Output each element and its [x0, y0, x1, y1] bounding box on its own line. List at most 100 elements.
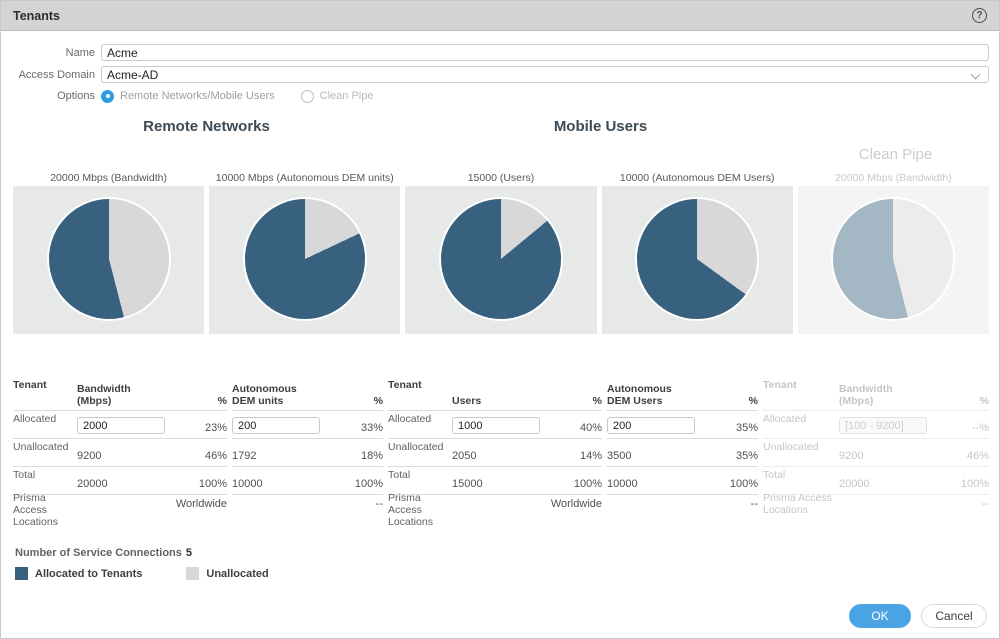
dem-units-table: Autonomous DEM units % 33% 1792 18% 1000… [232, 379, 383, 541]
legend-item-unallocated: Unallocated [186, 567, 269, 580]
service-connections-row: Number of Service Connections 5 [15, 547, 999, 561]
radio-label: Remote Networks/Mobile Users [120, 90, 275, 102]
cancel-button[interactable]: Cancel [921, 604, 987, 628]
locations-value: -- [750, 498, 758, 510]
chart-panel-clean-pipe [797, 186, 989, 334]
options-label: Options [57, 90, 95, 102]
total-value: 15000 [452, 478, 483, 490]
dem-users-table: Autonomous DEM Users % 35% 3500 35% 1000… [607, 379, 758, 541]
unallocated-label: Unallocated [763, 440, 819, 453]
unallocated-label: Unallocated [388, 440, 444, 453]
tenant-form: Name Access Domain Acme-AD Options Remot… [1, 31, 999, 104]
allocated-dem-units-input[interactable] [232, 417, 320, 434]
radio-unselected-icon [300, 89, 314, 103]
radio-remote-networks-mobile-users[interactable]: Remote Networks/Mobile Users [101, 89, 275, 103]
radio-label: Clean Pipe [319, 90, 374, 102]
users-pie-chart [440, 199, 561, 319]
tenant-header: Tenant [763, 379, 797, 391]
total-pct: 100% [960, 478, 989, 490]
total-pct: 100% [354, 478, 383, 490]
allocated-users-input[interactable] [452, 417, 540, 434]
unallocated-pct: 18% [360, 450, 383, 462]
unallocated-value: 9200 [839, 450, 864, 462]
bandwidth-header: Bandwidth (Mbps) [77, 383, 131, 407]
allocated-pct: 40% [579, 422, 602, 434]
allocated-label: Allocated [763, 412, 807, 425]
total-label: Total [388, 468, 411, 481]
bandwidth-table: Tenant Bandwidth (Mbps) % Allocated 23% … [13, 379, 227, 541]
allocated-bandwidth-input[interactable] [77, 417, 165, 434]
clean-pipe-pie-chart [833, 199, 954, 319]
bandwidth-header: Bandwidth (Mbps) [839, 383, 893, 407]
allocated-label: Allocated [13, 412, 57, 425]
pie-legend: Allocated to Tenants Unallocated [15, 567, 999, 580]
chart-label-dem-units: 10000 Mbps (Autonomous DEM units) [215, 172, 394, 184]
chart-panel-dem-units [209, 186, 401, 334]
chart-label-clean-pipe-bandwidth: 20000 Mbps (Bandwidth) [835, 172, 952, 184]
mobile-users-header: Mobile Users [553, 118, 648, 135]
access-domain-value: Acme-AD [107, 67, 159, 82]
unallocated-pct: 46% [204, 450, 227, 462]
locations-value: -- [981, 498, 989, 510]
total-value: 20000 [77, 478, 108, 490]
legend-item-allocated: Allocated to Tenants [15, 567, 142, 580]
prisma-access-locations-label: Prisma Access Locations [13, 492, 58, 529]
allocated-clean-pipe-input [839, 417, 927, 434]
legend-label: Unallocated [206, 567, 269, 580]
allocated-label: Allocated [388, 412, 432, 425]
percent-header: % [217, 395, 227, 407]
name-input[interactable] [101, 44, 989, 61]
section-headers: Remote Networks Mobile Users Clean Pipe [1, 104, 999, 172]
percent-header: % [373, 395, 383, 407]
total-value: 20000 [839, 478, 870, 490]
unallocated-pct: 35% [735, 450, 758, 462]
allocated-pct: 35% [735, 422, 758, 434]
tenant-header: Tenant [388, 379, 422, 391]
service-connections-count: 5 [185, 547, 192, 559]
ok-button[interactable]: OK [849, 604, 911, 628]
locations-value: -- [375, 498, 383, 510]
chevron-down-icon [970, 69, 981, 80]
total-label: Total [13, 468, 36, 481]
dialog-footer: OK Cancel [849, 604, 987, 628]
allocated-dem-users-input[interactable] [607, 417, 695, 434]
access-domain-label: Access Domain [18, 68, 95, 81]
dem-users-header: Autonomous DEM Users [607, 383, 672, 407]
users-header: Users [452, 395, 482, 407]
total-pct: 100% [198, 478, 227, 490]
allocated-swatch-icon [15, 567, 28, 580]
percent-header: % [592, 395, 602, 407]
access-domain-select[interactable]: Acme-AD [101, 66, 989, 83]
locations-value: Worldwide [550, 498, 602, 510]
users-table: Tenant Users % Allocated 40% Unallocated… [388, 379, 602, 541]
allocated-pct: 33% [360, 422, 383, 434]
allocated-pct: 23% [204, 422, 227, 434]
chart-panel-bandwidth [13, 186, 205, 334]
chart-panel-dem-users [601, 186, 793, 334]
prisma-access-locations-label: Prisma Access Locations [763, 492, 832, 517]
unallocated-value: 1792 [232, 450, 257, 462]
locations-value: Worldwide [175, 498, 227, 510]
radio-selected-icon [101, 89, 114, 103]
chart-labels-row: 20000 Mbps (Bandwidth) 10000 Mbps (Auton… [13, 172, 989, 186]
clean-pipe-bandwidth-table: Tenant Bandwidth (Mbps) % Allocated --% … [763, 379, 989, 541]
page-title: Tenants [13, 8, 60, 23]
unallocated-label: Unallocated [13, 440, 69, 453]
unallocated-pct: 46% [966, 450, 989, 462]
dialog-titlebar: Tenants ? [1, 1, 999, 31]
help-icon[interactable]: ? [972, 8, 987, 23]
service-connections-label: Number of Service Connections [15, 547, 182, 559]
dem-units-pie-chart [244, 199, 365, 319]
legend-label: Allocated to Tenants [35, 567, 143, 580]
chart-label-dem-users: 10000 (Autonomous DEM Users) [619, 172, 775, 184]
percent-header: % [979, 395, 989, 407]
tenant-header: Tenant [13, 379, 47, 391]
total-pct: 100% [729, 478, 758, 490]
total-pct: 100% [573, 478, 602, 490]
unallocated-pct: 14% [579, 450, 602, 462]
name-label: Name [65, 46, 95, 59]
radio-clean-pipe[interactable]: Clean Pipe [300, 89, 374, 103]
remote-networks-header: Remote Networks [143, 118, 270, 135]
tenants-dialog: Tenants ? Name Access Domain Acme-AD Opt… [0, 0, 1000, 639]
unallocated-value: 9200 [77, 450, 102, 462]
